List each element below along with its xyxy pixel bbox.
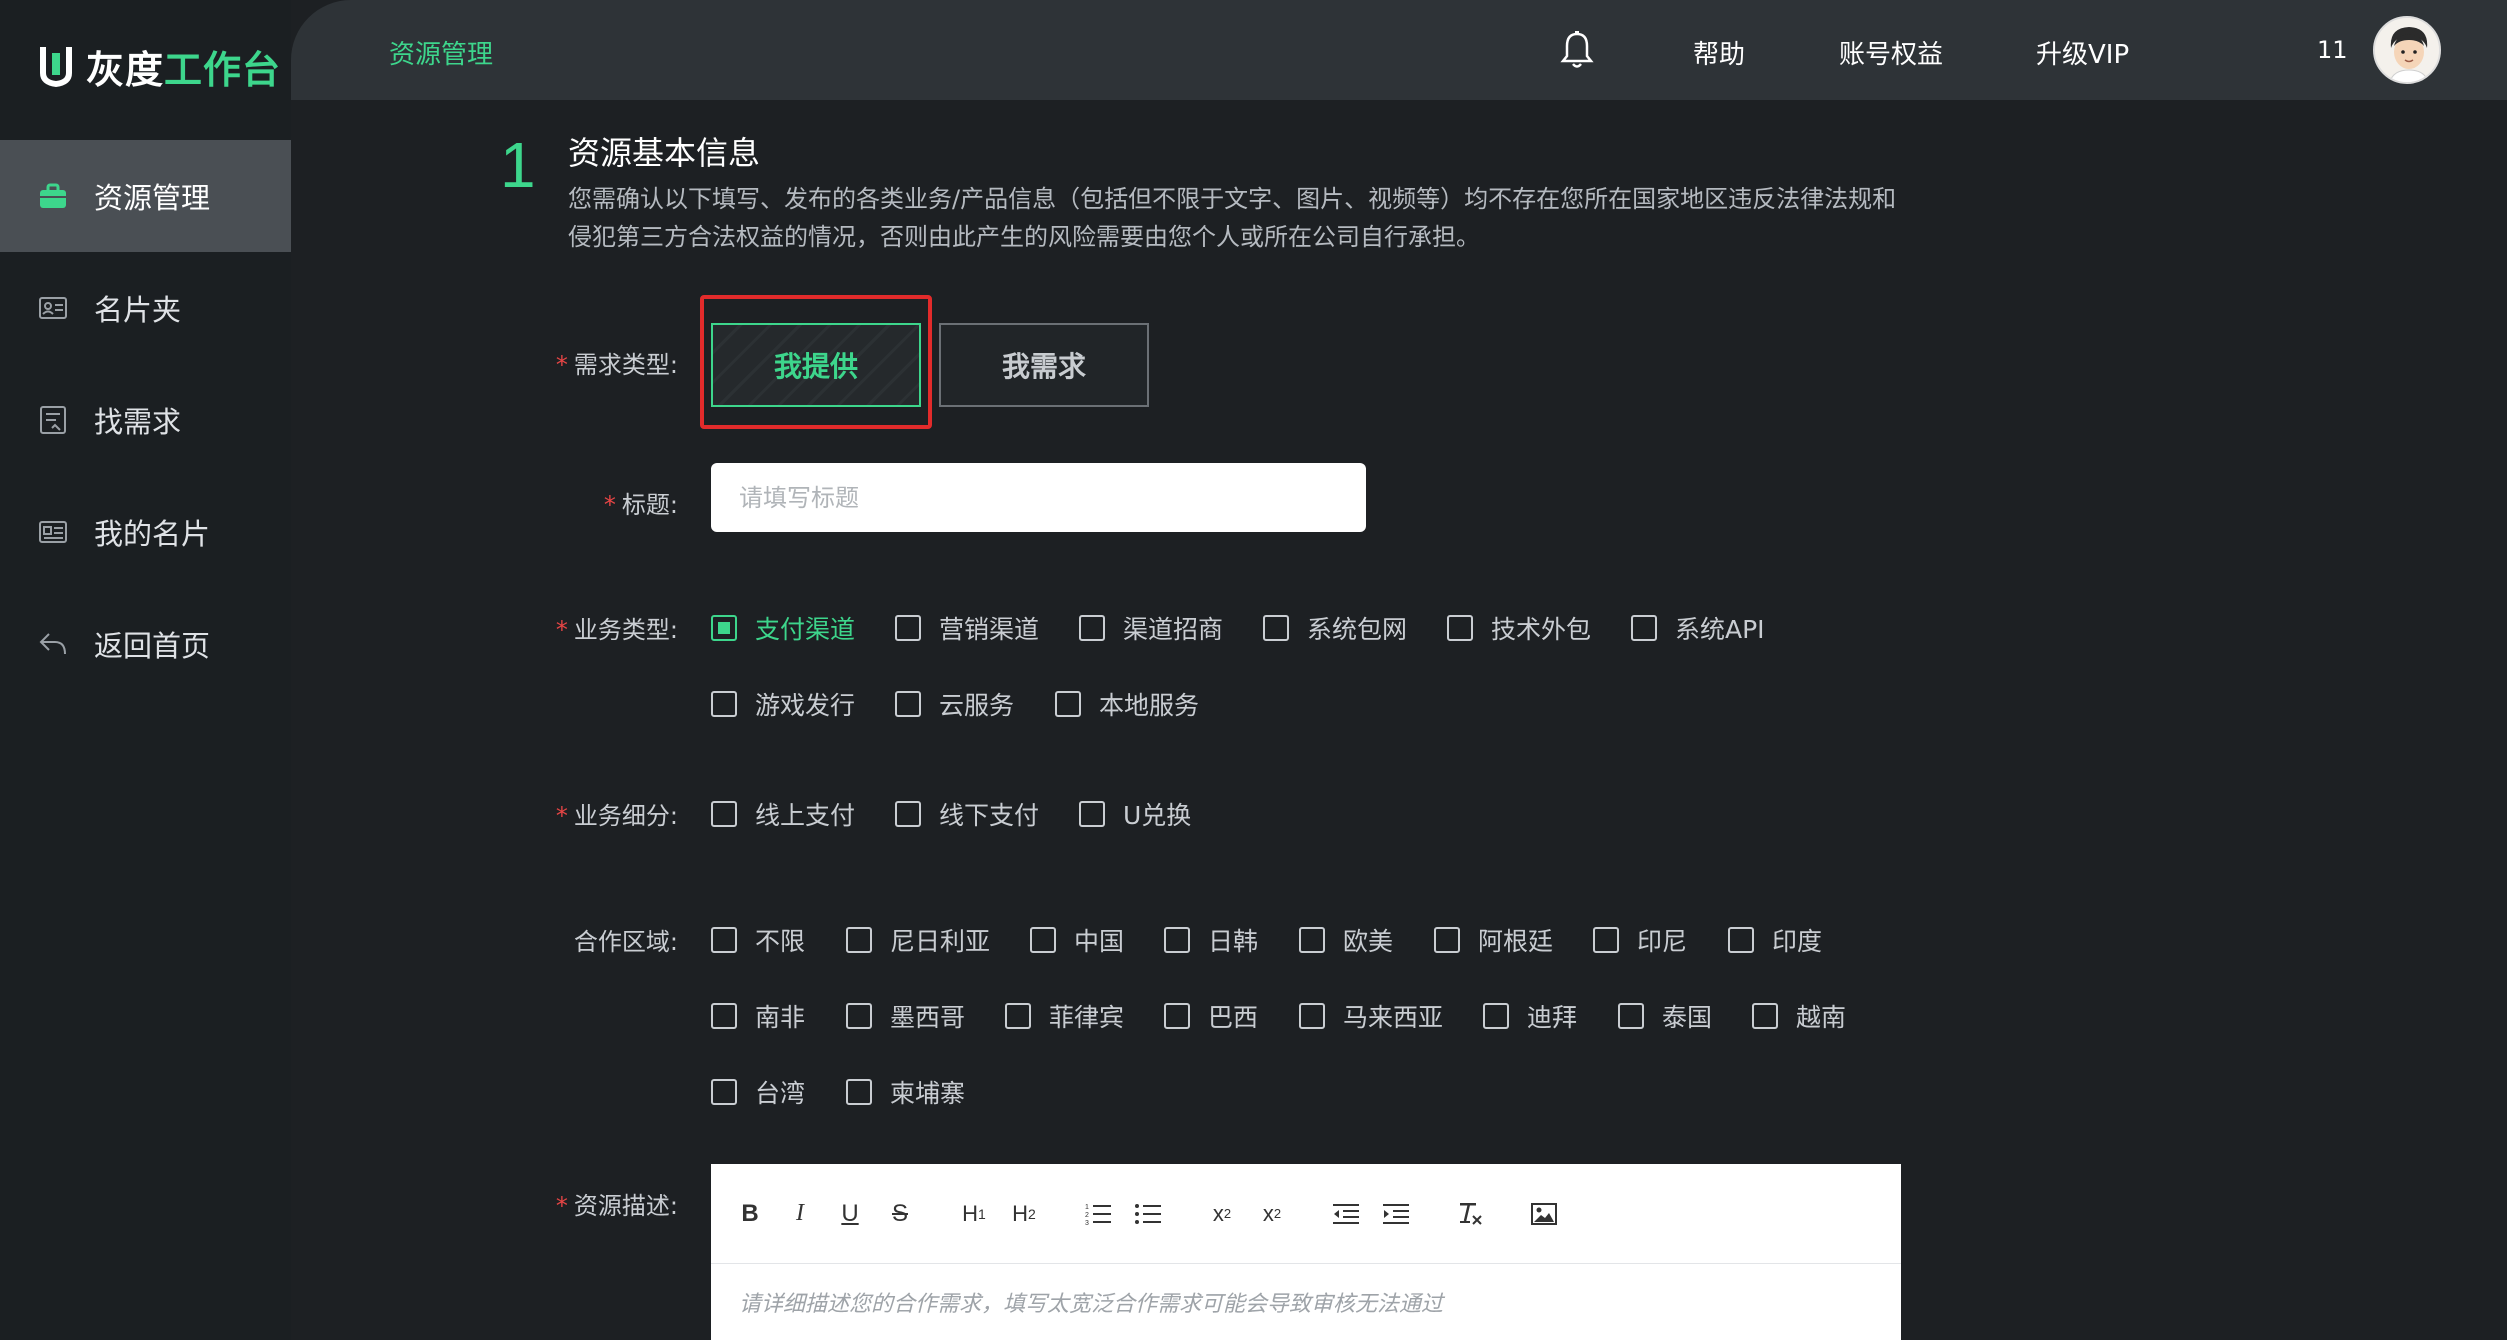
required-mark: * [555, 802, 568, 830]
business-type-checkbox[interactable]: 渠道招商 [1079, 610, 1223, 646]
account-benefits-link[interactable]: 账号权益 [1839, 34, 1943, 71]
underline-icon[interactable]: U [835, 1199, 865, 1229]
required-mark: * [555, 1192, 568, 1220]
bold-icon[interactable]: B [735, 1199, 765, 1229]
business-type-label: * 业务类型: [555, 616, 678, 644]
demand-type-need-button[interactable]: 我需求 [939, 323, 1149, 407]
business-type-checkbox[interactable]: 系统包网 [1263, 610, 1407, 646]
sidebar-item-my-card[interactable]: 我的名片 [0, 476, 291, 588]
logo-text-white: 灰度 [86, 47, 165, 92]
region-checkbox[interactable]: 泰国 [1618, 998, 1712, 1034]
region-checkbox[interactable]: 马来西亚 [1299, 998, 1443, 1034]
business-type-checkbox[interactable]: 游戏发行 [711, 686, 855, 722]
top-header: 资源管理 帮助 账号权益 升级VIP 11 [291, 0, 2507, 100]
sidebar-item-card-holder[interactable]: 名片夹 [0, 252, 291, 364]
section-description: 您需确认以下填写、发布的各类业务/产品信息（包括但不限于文字、图片、视频等）均不… [568, 185, 1897, 251]
business-type-checkbox[interactable]: 云服务 [895, 686, 1014, 722]
card-holder-icon [38, 293, 68, 323]
sidebar-nav: 资源管理 名片夹 找需求 我的名片 返回首页 [0, 140, 291, 700]
business-type-checkbox[interactable]: 系统API [1631, 610, 1765, 646]
heading-1-icon[interactable]: H1 [959, 1199, 989, 1229]
step-number: 1 [500, 129, 536, 201]
editor-placeholder: 请详细描述您的合作需求，填写太宽泛合作需求可能会导致审核无法通过 [739, 1292, 1444, 1317]
heading-2-icon[interactable]: H2 [1009, 1199, 1039, 1229]
briefcase-icon [38, 181, 68, 211]
business-sub-checkbox[interactable]: 线上支付 [711, 796, 855, 832]
indent-icon[interactable] [1381, 1199, 1411, 1229]
sidebar-item-label: 名片夹 [94, 293, 182, 327]
region-checkbox[interactable]: 尼日利亚 [846, 922, 990, 958]
region-checkbox[interactable]: 不限 [711, 922, 805, 958]
section-title: 资源基本信息 [568, 134, 761, 172]
sidebar-item-find-demand[interactable]: 找需求 [0, 364, 291, 476]
required-mark: * [603, 491, 616, 519]
description-label: * 资源描述: [555, 1192, 678, 1220]
region-checkbox[interactable]: 巴西 [1164, 998, 1258, 1034]
logo-mark-icon [40, 47, 72, 87]
outdent-icon[interactable] [1331, 1199, 1361, 1229]
back-arrow-icon [38, 629, 68, 659]
region-checkbox[interactable]: 柬埔寨 [846, 1074, 965, 1110]
region-checkbox[interactable]: 阿根廷 [1434, 922, 1553, 958]
region-checkbox[interactable]: 迪拜 [1483, 998, 1577, 1034]
notification-bell-icon[interactable] [1559, 30, 1595, 70]
demand-type-label: * 需求类型: [555, 351, 678, 379]
sidebar-item-label: 返回首页 [94, 629, 211, 663]
region-checkbox[interactable]: 墨西哥 [846, 998, 965, 1034]
svg-text:1: 1 [1085, 1204, 1089, 1211]
sidebar-item-label: 找需求 [94, 405, 182, 439]
demand-type-provide-button[interactable]: 我提供 [711, 323, 921, 407]
region-checkbox[interactable]: 中国 [1030, 922, 1124, 958]
sidebar-item-back-home[interactable]: 返回首页 [0, 588, 291, 700]
superscript-icon[interactable]: x2 [1257, 1199, 1287, 1229]
demand-list-icon [38, 405, 68, 435]
title-input[interactable] [711, 463, 1366, 532]
region-label: 合作区域: [573, 928, 678, 956]
sidebar-item-label: 我的名片 [94, 517, 211, 551]
business-type-checkbox[interactable]: 支付渠道 [711, 610, 855, 646]
sidebar-item-resource-management[interactable]: 资源管理 [0, 140, 291, 252]
business-sub-checkbox[interactable]: U兑换 [1079, 796, 1191, 832]
clear-format-icon[interactable] [1455, 1199, 1485, 1229]
region-checkbox[interactable]: 越南 [1752, 998, 1846, 1034]
upgrade-vip-link[interactable]: 升级VIP [2036, 34, 2129, 71]
region-checkbox[interactable]: 菲律宾 [1005, 998, 1124, 1034]
app-logo[interactable]: 灰度工作台 [36, 42, 282, 92]
svg-text:3: 3 [1085, 1220, 1089, 1226]
business-sub-checkbox[interactable]: 线下支付 [895, 796, 1039, 832]
bullet-list-icon[interactable] [1133, 1199, 1163, 1229]
required-mark: * [555, 351, 568, 379]
svg-text:2: 2 [1085, 1212, 1089, 1219]
sidebar-item-label: 资源管理 [94, 181, 211, 215]
strikethrough-icon[interactable]: S [885, 1199, 915, 1229]
logo-text-green: 工作台 [164, 47, 282, 92]
help-link[interactable]: 帮助 [1693, 34, 1745, 71]
region-checkbox[interactable]: 印尼 [1593, 922, 1687, 958]
ordered-list-icon[interactable]: 123 [1083, 1199, 1113, 1229]
rich-text-editor[interactable]: B I U S H1 H2 123 x2 x2 请详细描述您的合作需求，填写太宽… [711, 1164, 1901, 1340]
region-checkbox[interactable]: 欧美 [1299, 922, 1393, 958]
sidebar: 灰度工作台 资源管理 名片夹 找需求 我的名片 返回首页 [0, 0, 291, 1340]
user-count: 11 [2317, 36, 2348, 64]
region-checkbox[interactable]: 印度 [1728, 922, 1822, 958]
business-type-checkbox[interactable]: 营销渠道 [895, 610, 1039, 646]
avatar[interactable] [2373, 16, 2441, 84]
business-type-checkbox[interactable]: 技术外包 [1447, 610, 1591, 646]
region-checkbox[interactable]: 台湾 [711, 1074, 805, 1110]
italic-icon[interactable]: I [785, 1199, 815, 1229]
region-checkbox[interactable]: 日韩 [1164, 922, 1258, 958]
business-type-checkbox[interactable]: 本地服务 [1055, 686, 1199, 722]
subscript-icon[interactable]: x2 [1207, 1199, 1237, 1229]
id-card-icon [38, 517, 68, 547]
required-mark: * [555, 616, 568, 644]
editor-toolbar: B I U S H1 H2 123 x2 x2 [711, 1164, 1901, 1264]
breadcrumb[interactable]: 资源管理 [389, 34, 493, 71]
region-checkbox[interactable]: 南非 [711, 998, 805, 1034]
image-icon[interactable] [1529, 1199, 1559, 1229]
business-sub-label: * 业务细分: [555, 802, 678, 830]
title-label: * 标题: [603, 491, 678, 519]
